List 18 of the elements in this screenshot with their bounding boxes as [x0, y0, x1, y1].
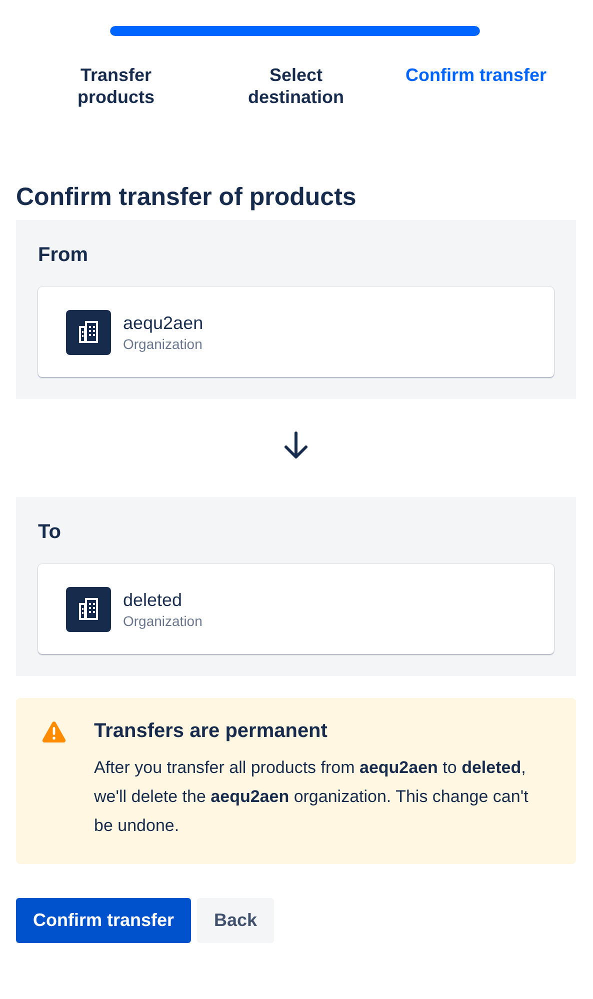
panel-label: From: [38, 244, 88, 267]
step-label[interactable]: Transfer products: [61, 64, 171, 108]
step-label[interactable]: Confirm transfer: [405, 64, 547, 108]
warning-title: Transfers are permanent: [94, 720, 328, 743]
page-title: Confirm transfer of products: [16, 182, 358, 212]
organization-type: Organization: [123, 612, 202, 628]
arrow-down-icon: [283, 429, 309, 461]
building-icon: [66, 586, 111, 632]
step-label[interactable]: Select destination: [241, 64, 351, 108]
organization-name: deleted: [123, 590, 184, 610]
panel-label: To: [38, 521, 61, 544]
warning-message: After you transfer all products from aequ2aen to deleted, we'll delete the aequ2aen organization. This change can't be undone.: [94, 757, 530, 837]
back-button[interactable]: Back: [197, 898, 274, 943]
organization-name: aequ2aen: [123, 312, 204, 334]
warning-icon: [42, 721, 66, 743]
building-icon: [66, 310, 111, 354]
organization-type: Organization: [123, 336, 204, 352]
confirm-button[interactable]: Confirm transfer: [16, 898, 192, 943]
